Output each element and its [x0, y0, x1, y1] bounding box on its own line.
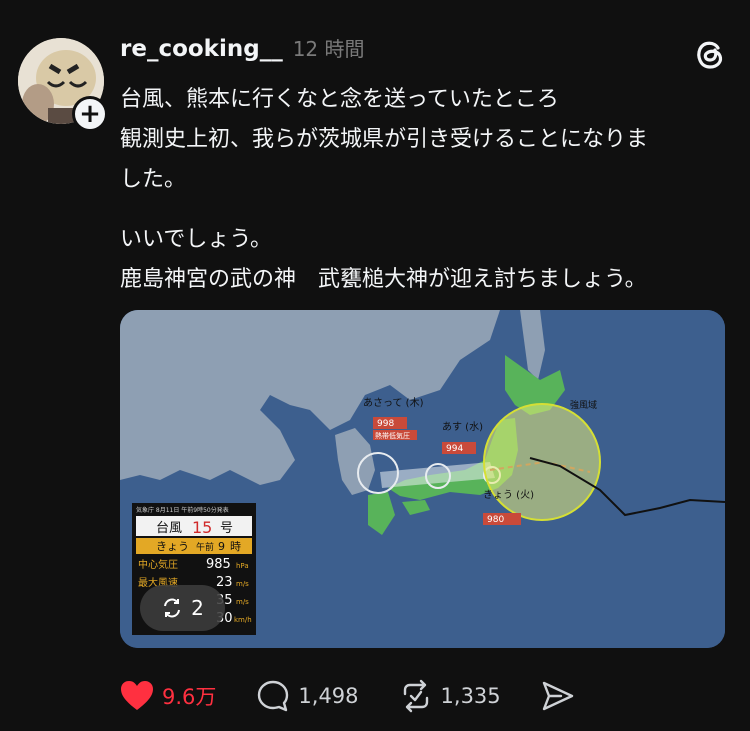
threads-logo-icon[interactable]	[692, 36, 728, 72]
info-row-value: 23	[216, 575, 233, 590]
heart-icon	[121, 681, 153, 710]
info-row-unit: m/s	[236, 580, 249, 588]
reply-count: 1,498	[298, 684, 359, 708]
info-row-unit: m/s	[236, 598, 249, 606]
post-line: いいでしょう。	[120, 227, 273, 252]
info-number: 15	[192, 518, 212, 537]
info-announced: 気象庁 8月11日 午前9時50分発表	[136, 506, 229, 514]
strong-wind-label: 強風域	[570, 399, 597, 411]
action-bar: 9.6万 1,498 1,335	[120, 672, 623, 720]
info-row-value: 985	[206, 557, 231, 572]
info-time-hour: 9	[218, 540, 225, 553]
post-header: re_cooking__ 12 時間	[120, 33, 365, 62]
image-carousel-indicator[interactable]: 2	[140, 585, 225, 631]
carousel-icon	[164, 598, 181, 618]
post-line: 台風、熊本に行くなと念を送っていたところ	[120, 87, 559, 112]
map-pressure: 998	[377, 419, 394, 429]
info-time-sub: 午前	[196, 541, 214, 553]
repost-count: 1,335	[440, 684, 501, 708]
info-time-label: きょう	[156, 540, 189, 553]
image-count: 2	[191, 596, 204, 620]
like-count: 9.6万	[162, 685, 217, 709]
post-line: した。	[120, 167, 187, 192]
post-line: 観測史上初、我らが茨城県が引き受けることになりま	[120, 127, 649, 152]
info-title-suffix: 号	[220, 521, 233, 536]
post-body: 台風、熊本に行くなと念を送っていたところ 観測史上初、我らが茨城県が引き受けるこ…	[120, 80, 730, 300]
map-day-label: あさって (木)	[363, 397, 424, 409]
info-time-suffix: 時	[230, 540, 241, 553]
repost-button[interactable]: 1,335	[399, 679, 501, 713]
like-button[interactable]: 9.6万	[120, 680, 216, 712]
info-row-label: 中心気圧	[138, 558, 178, 571]
comment-icon	[258, 680, 289, 712]
post-line: 鹿島神宮の武の神 武甕槌大神が迎え討ちましょう。	[120, 267, 647, 292]
post-time: 12 時間	[292, 37, 365, 61]
reply-button[interactable]: 1,498	[256, 679, 359, 713]
map-pressure: 980	[487, 515, 504, 525]
map-day-label: きょう (火)	[483, 489, 534, 501]
username[interactable]: re_cooking__	[120, 36, 283, 62]
info-row-unit: hPa	[236, 562, 249, 570]
repost-icon	[403, 679, 428, 713]
map-pressure: 994	[446, 444, 463, 454]
info-row-unit: km/h	[234, 616, 252, 624]
share-button[interactable]	[541, 679, 583, 713]
map-day-label: あす (水)	[442, 421, 483, 433]
send-icon	[542, 681, 573, 711]
map-note: 熱帯低気圧	[375, 431, 410, 440]
info-title-prefix: 台風	[156, 521, 182, 536]
follow-add-icon[interactable]: +	[72, 96, 108, 132]
